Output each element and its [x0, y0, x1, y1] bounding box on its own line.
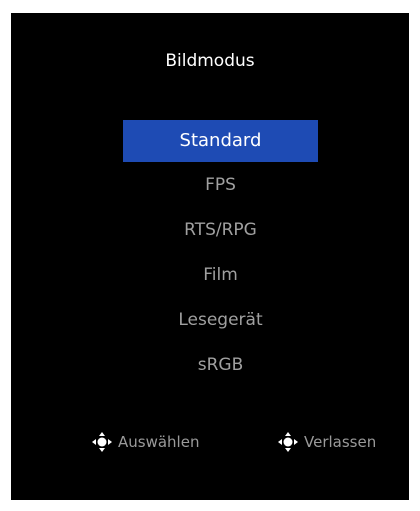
exit-hint: Verlassen [277, 430, 376, 454]
menu-item-rts-rpg[interactable]: RTS/RPG [123, 213, 318, 247]
menu-item-fps[interactable]: FPS [123, 168, 318, 202]
picture-mode-list: Standard FPS RTS/RPG Film Lesegerät sRGB [123, 120, 318, 393]
joystick-icon [278, 432, 298, 452]
menu-title: Bildmodus [165, 51, 255, 71]
menu-item-film[interactable]: Film [123, 258, 318, 292]
exit-hint-label: Verlassen [304, 433, 377, 451]
osd-panel: Bildmodus Standard FPS RTS/RPG Film Lese… [11, 13, 409, 500]
menu-item-standard[interactable]: Standard [123, 120, 318, 162]
select-hint-label: Auswählen [118, 433, 200, 451]
menu-item-reader[interactable]: Lesegerät [123, 303, 318, 337]
joystick-icon [92, 432, 112, 452]
select-hint: Auswählen [91, 430, 199, 454]
menu-item-srgb[interactable]: sRGB [123, 348, 318, 382]
